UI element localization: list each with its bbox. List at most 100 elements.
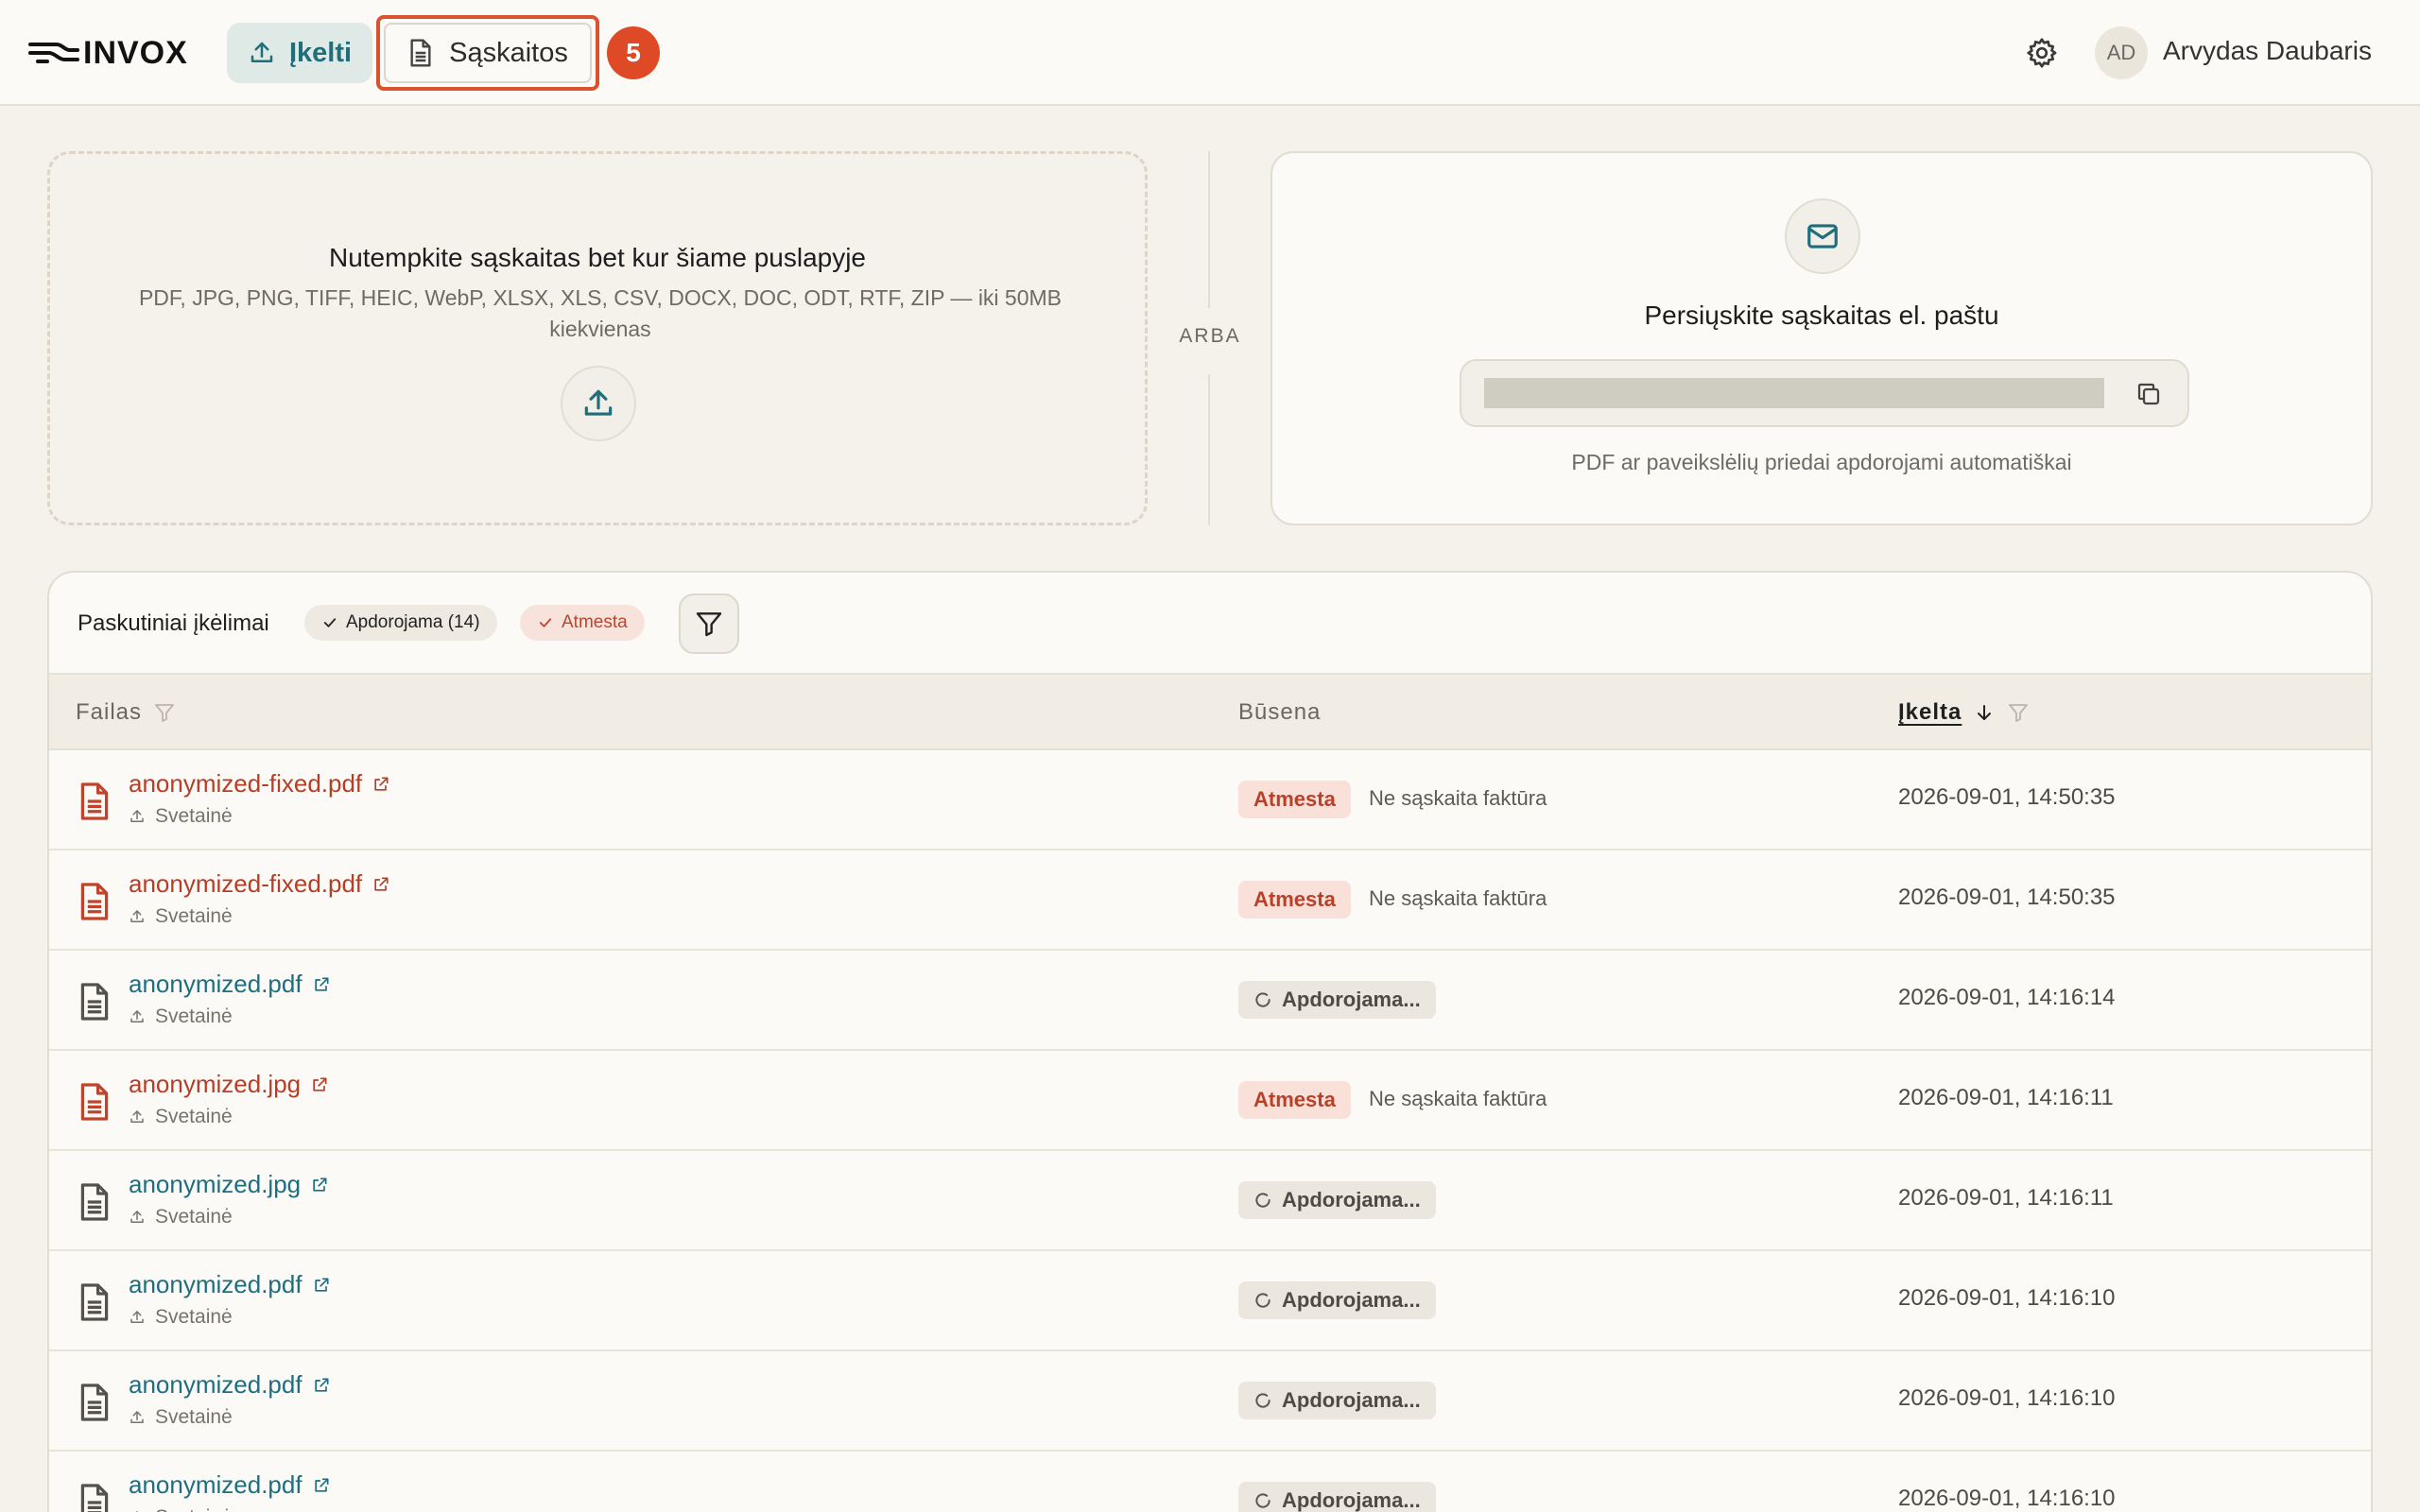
filter-chip-processing[interactable]: Apdorojama (14) [304,605,497,641]
table-body: anonymized-fixed.pdf Svetainė Atmesta Ne… [49,750,2371,1512]
filter-button[interactable] [679,593,739,654]
file-source-label: Svetainė [155,1306,233,1328]
avatar[interactable]: AD [2095,26,2148,79]
document-icon [80,1183,109,1221]
external-link-icon [374,877,389,891]
user-name[interactable]: Arvydas Daubaris [2163,36,2372,66]
file-name-link[interactable]: anonymized.pdf [129,1370,331,1400]
gear-icon[interactable] [2025,36,2059,70]
filter-chip-rejected[interactable]: Atmesta [520,605,645,641]
upload-icon [130,1010,144,1022]
email-upload-panel: Persiųskite sąskaitas el. paštu PDF ar p… [1270,151,2373,525]
file-source: Svetainė [129,1206,233,1228]
column-header-uploaded[interactable]: Įkelta [1898,699,2030,726]
file-name: anonymized.jpg [129,1170,302,1198]
external-link-icon [314,977,329,991]
status-badge: Atmesta [1238,781,1351,818]
document-icon [80,983,109,1021]
document-icon [410,39,431,67]
file-name-link[interactable]: anonymized.pdf [129,1270,331,1299]
email-address-redacted [1484,378,2104,408]
uploaded-date: 2026-09-01, 14:16:10 [1898,1285,2116,1311]
upload-icon [130,1311,144,1323]
column-header-status-label: Būsena [1238,699,1322,725]
spinner-icon [1255,1393,1270,1408]
upload-icon [130,1411,144,1423]
status-badge: Apdorojama... [1238,981,1436,1019]
upload-button[interactable]: Įkelti [227,23,372,83]
invoices-button[interactable]: Sąskaitos [376,15,599,91]
uploaded-date: 2026-09-01, 14:50:35 [1898,885,2116,910]
uploaded-date: 2026-09-01, 14:16:14 [1898,985,2116,1010]
document-icon [80,1383,109,1421]
uploaded-date: 2026-09-01, 14:16:11 [1898,1185,2114,1211]
uploaded-date: 2026-09-01, 14:16:10 [1898,1385,2116,1411]
top-bar: INVOX Įkelti Sąskaitos 5 AD Arvydas Daub… [0,0,2420,106]
email-note: PDF ar paveikslėlių priedai apdorojami a… [1571,450,2072,474]
file-source: Svetainė [129,905,233,928]
uploaded-date: 2026-09-01, 14:16:10 [1898,1486,2116,1511]
copy-icon[interactable] [2135,380,2163,408]
document-icon [80,782,109,820]
filter-icon[interactable] [2007,701,2030,724]
dropzone-title: Nutempkite sąskaitas bet kur šiame pusla… [328,243,867,272]
email-address-field[interactable] [1460,359,2189,427]
file-source: Svetainė [129,1005,233,1028]
recent-uploads-card: Paskutiniai įkėlimai Apdorojama (14) Atm… [47,571,2373,1512]
file-name-link[interactable]: anonymized.pdf [129,1470,331,1500]
file-name-link[interactable]: anonymized-fixed.pdf [129,769,390,799]
file-source: Svetainė [129,1506,233,1512]
spinner-icon [1255,1193,1270,1208]
file-source: Svetainė [129,1106,233,1128]
table-row[interactable]: anonymized.jpg Svetainė Apdorojama... 20… [49,1151,2371,1251]
file-name-link[interactable]: anonymized.pdf [129,970,331,999]
file-name: anonymized.pdf [129,1470,302,1499]
logo-text: INVOX [83,34,188,71]
upload-icon [130,810,144,822]
column-header-file[interactable]: Failas [76,699,176,726]
file-name: anonymized.pdf [129,1270,302,1298]
document-icon [80,1283,109,1321]
status-label: Apdorojama... [1282,988,1421,1011]
upload-icon [584,389,613,416]
table-row[interactable]: anonymized.jpg Svetainė Atmesta Ne sąska… [49,1051,2371,1151]
external-link-icon [314,1478,329,1492]
divider-top [1208,151,1210,308]
document-icon [80,1484,109,1512]
uploaded-date: 2026-09-01, 14:50:35 [1898,784,2116,810]
filter-icon[interactable] [153,701,176,724]
file-name-link[interactable]: anonymized.jpg [129,1170,329,1199]
external-link-icon [313,1177,327,1192]
status-label: Apdorojama... [1282,1488,1421,1512]
check-icon [323,618,337,627]
file-name-link[interactable]: anonymized-fixed.pdf [129,869,390,899]
upload-icon [130,910,144,922]
file-dropzone[interactable]: Nutempkite sąskaitas bet kur šiame pusla… [47,151,1148,525]
upload-icon [251,42,273,62]
file-name-link[interactable]: anonymized.jpg [129,1070,329,1099]
status-reason: Ne sąskaita faktūra [1369,1087,1547,1110]
upload-icon [130,1110,144,1123]
external-link-icon [374,777,389,791]
table-row[interactable]: anonymized.pdf Svetainė Apdorojama... 20… [49,1251,2371,1351]
status-label: Apdorojama... [1282,1188,1421,1211]
status-label: Atmesta [1253,887,1336,911]
status-label: Apdorojama... [1282,1388,1421,1412]
upload-circle-button[interactable] [561,366,636,441]
table-row[interactable]: anonymized-fixed.pdf Svetainė Atmesta Ne… [49,750,2371,850]
file-source: Svetainė [129,805,233,828]
file-source: Svetainė [129,1406,233,1429]
status-reason: Ne sąskaita faktūra [1369,786,1547,810]
table-row[interactable]: anonymized.pdf Svetainė Apdorojama... 20… [49,951,2371,1051]
table-row[interactable]: anonymized-fixed.pdf Svetainė Atmesta Ne… [49,850,2371,951]
logo-icon [28,43,79,63]
file-name: anonymized-fixed.pdf [129,869,363,898]
table-row[interactable]: anonymized.pdf Svetainė Apdorojama... 20… [49,1452,2371,1512]
filter-chip-processing-label: Apdorojama (14) [346,612,480,632]
table-row[interactable]: anonymized.pdf Svetainė Apdorojama... 20… [49,1351,2371,1452]
status-label: Apdorojama... [1282,1288,1421,1312]
status-badge: Atmesta [1238,881,1351,919]
logo[interactable]: INVOX [28,32,188,74]
invoices-button-label: Sąskaitos [449,37,568,68]
file-source-label: Svetainė [155,1005,233,1027]
